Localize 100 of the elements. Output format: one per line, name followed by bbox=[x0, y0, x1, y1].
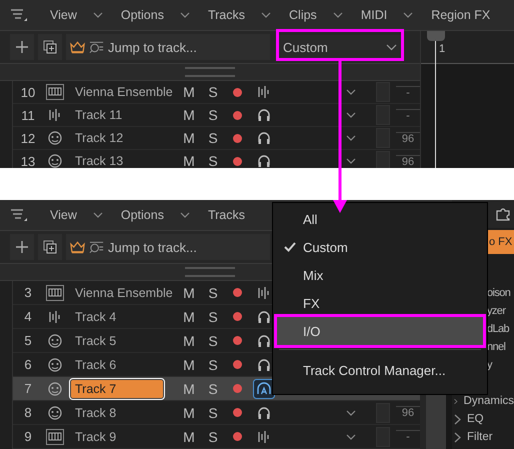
menu-item[interactable]: Options bbox=[120, 208, 164, 222]
browser-item[interactable]: Dynamics bbox=[464, 395, 514, 407]
menu-item[interactable]: Tracks bbox=[208, 208, 246, 222]
chevron-icon[interactable] bbox=[180, 12, 190, 18]
search-icon[interactable] bbox=[88, 40, 104, 54]
solo-button[interactable]: S bbox=[201, 84, 225, 100]
chevron-icon[interactable] bbox=[454, 414, 461, 424]
solo-button[interactable]: S bbox=[201, 380, 225, 396]
record-button[interactable] bbox=[232, 336, 242, 345]
solo-button[interactable]: S bbox=[201, 107, 225, 123]
solo-button[interactable]: S bbox=[201, 356, 225, 372]
effects-button[interactable]: o FX bbox=[488, 230, 514, 254]
record-button[interactable] bbox=[232, 110, 242, 120]
search-field[interactable]: Jump to track... bbox=[106, 238, 270, 256]
browser-item[interactable]: dLab bbox=[487, 323, 510, 335]
chevron-icon[interactable] bbox=[346, 112, 356, 118]
crown-icon[interactable] bbox=[70, 40, 87, 54]
mute-button[interactable]: M bbox=[177, 404, 201, 420]
duplicate-button[interactable] bbox=[38, 34, 62, 60]
headphones-icon[interactable] bbox=[257, 108, 271, 122]
mute-button[interactable]: M bbox=[177, 332, 201, 348]
solo-button[interactable]: S bbox=[201, 284, 225, 300]
record-button[interactable] bbox=[232, 360, 242, 369]
solo-button[interactable]: S bbox=[201, 130, 225, 146]
crown-icon[interactable] bbox=[70, 240, 87, 254]
search-field[interactable]: Jump to track... bbox=[106, 38, 270, 56]
solo-button[interactable]: S bbox=[201, 404, 225, 420]
browser-item[interactable]: oison bbox=[487, 287, 510, 299]
mute-button[interactable]: M bbox=[177, 284, 201, 300]
menu-icon[interactable] bbox=[10, 8, 28, 22]
mute-button[interactable]: M bbox=[177, 84, 201, 100]
add-track-button[interactable] bbox=[10, 34, 34, 60]
search-bar[interactable]: Jump to track... bbox=[66, 34, 270, 60]
menu-item[interactable]: Clips bbox=[289, 8, 317, 22]
auto-monitor-icon[interactable] bbox=[253, 378, 275, 398]
chevron-icon[interactable] bbox=[346, 434, 356, 440]
chevron-icon[interactable] bbox=[92, 12, 103, 18]
chevron-icon[interactable] bbox=[346, 89, 356, 95]
plugin-icon[interactable] bbox=[496, 207, 512, 221]
chevron-icon[interactable] bbox=[403, 12, 414, 18]
mute-button[interactable]: M bbox=[177, 130, 201, 146]
record-button[interactable] bbox=[232, 156, 242, 166]
browser-item[interactable]: EQ bbox=[467, 413, 484, 425]
search-bar[interactable]: Jump to track... bbox=[66, 234, 270, 260]
search-icon[interactable] bbox=[88, 240, 104, 254]
waveform-icon[interactable] bbox=[257, 86, 271, 98]
track-row[interactable]: 9 Track 9 M S - bbox=[13, 425, 420, 449]
track-name[interactable]: Track 7 bbox=[71, 380, 163, 398]
chevron-icon[interactable] bbox=[346, 158, 356, 164]
record-button[interactable] bbox=[232, 288, 242, 297]
track-row[interactable]: 8 Track 8 M S 96 bbox=[13, 401, 420, 425]
mute-button[interactable]: M bbox=[177, 308, 201, 324]
headphones-icon[interactable] bbox=[257, 358, 271, 372]
menu-item[interactable]: Options bbox=[120, 8, 164, 22]
record-button[interactable] bbox=[232, 312, 242, 321]
solo-button[interactable]: S bbox=[201, 153, 225, 168]
waveform-icon[interactable] bbox=[257, 430, 271, 442]
headphones-icon[interactable] bbox=[257, 131, 271, 145]
record-button[interactable] bbox=[232, 134, 242, 142]
mute-button[interactable]: M bbox=[177, 428, 201, 444]
chevron-icon[interactable] bbox=[346, 410, 356, 416]
menu-item[interactable]: View bbox=[50, 8, 77, 22]
chevron-icon[interactable] bbox=[332, 12, 343, 18]
menu-option[interactable]: All bbox=[277, 205, 483, 233]
headphones-icon[interactable] bbox=[257, 406, 271, 420]
chevron-icon[interactable] bbox=[92, 212, 103, 218]
headphones-icon[interactable] bbox=[257, 334, 271, 348]
menu-icon[interactable] bbox=[10, 208, 28, 222]
solo-button[interactable]: S bbox=[201, 428, 225, 444]
chevron-icon[interactable] bbox=[454, 432, 461, 442]
menu-item[interactable]: Region FX bbox=[431, 8, 490, 22]
menu-option[interactable]: I/O bbox=[277, 317, 483, 345]
solo-button[interactable]: S bbox=[201, 332, 225, 348]
waveform-icon[interactable] bbox=[257, 286, 271, 298]
menu-option[interactable]: Custom bbox=[277, 233, 483, 261]
browser-item[interactable]: Filter bbox=[467, 431, 493, 443]
track-row[interactable]: 11 Track 11 M S - bbox=[13, 104, 420, 127]
chevron-icon[interactable] bbox=[261, 12, 272, 18]
record-button[interactable] bbox=[232, 432, 242, 441]
playhead-handle[interactable] bbox=[427, 31, 445, 41]
browser-item[interactable]: yzer bbox=[487, 305, 506, 317]
preset-dropdown[interactable]: Custom bbox=[277, 35, 403, 59]
menu-item[interactable]: View bbox=[50, 208, 77, 222]
chevron-icon[interactable] bbox=[180, 212, 190, 218]
record-button[interactable] bbox=[232, 384, 242, 393]
chevron-icon[interactable] bbox=[346, 135, 356, 141]
add-track-button[interactable] bbox=[10, 234, 34, 260]
duplicate-button[interactable] bbox=[38, 234, 62, 260]
track-row[interactable]: 12 Track 12 M S 96 bbox=[13, 127, 420, 150]
mute-button[interactable]: M bbox=[177, 380, 201, 396]
browser-item[interactable]: nnel bbox=[487, 341, 506, 353]
headphones-icon[interactable] bbox=[257, 310, 271, 324]
mute-button[interactable]: M bbox=[177, 356, 201, 372]
track-row[interactable]: 10 Vienna Ensemble M S - bbox=[13, 81, 420, 104]
splitter-handle[interactable] bbox=[0, 63, 420, 81]
solo-button[interactable]: S bbox=[201, 308, 225, 324]
menu-item[interactable]: Tracks bbox=[208, 8, 246, 22]
headphones-icon[interactable] bbox=[257, 154, 271, 168]
mute-button[interactable]: M bbox=[177, 107, 201, 123]
record-button[interactable] bbox=[232, 408, 242, 417]
